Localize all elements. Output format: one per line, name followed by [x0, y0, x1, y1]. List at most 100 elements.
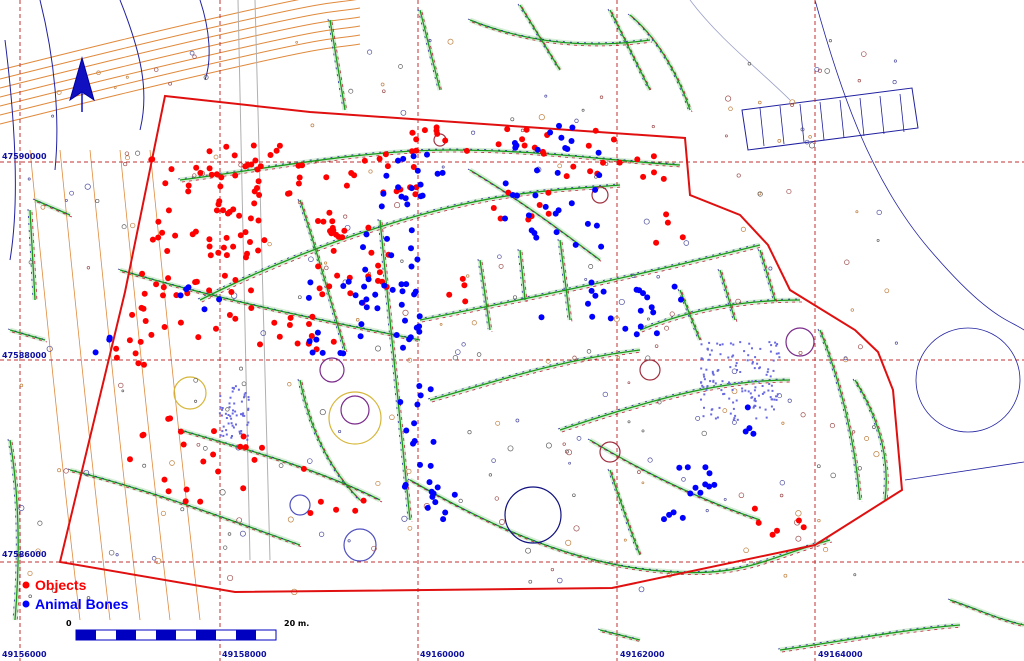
feature-cluster-mark	[702, 373, 705, 376]
animal-bone-point	[340, 283, 347, 289]
feature-cluster-mark	[769, 375, 772, 378]
object-point	[207, 252, 214, 259]
feature-cluster-mark	[220, 414, 223, 417]
site-map[interactable]: 47590000 47588000 47586000 49156000 4915…	[0, 0, 1024, 661]
feature-cluster-mark	[772, 359, 775, 362]
animal-bone-point	[424, 151, 430, 158]
object-point	[273, 147, 280, 154]
object-point	[490, 205, 497, 211]
object-point	[319, 291, 326, 298]
feature-cluster-mark	[732, 401, 735, 404]
feature-cluster-mark	[754, 400, 757, 403]
feature-cluster-mark	[751, 347, 753, 350]
object-point	[159, 229, 166, 236]
animal-bones-legend-label: Animal Bones	[35, 596, 129, 612]
object-point	[660, 175, 667, 182]
animal-bone-point	[509, 192, 516, 198]
object-point	[376, 155, 383, 162]
feature-cluster-mark	[228, 402, 231, 405]
animal-bone-point	[558, 134, 565, 141]
object-point	[504, 126, 511, 133]
object-point	[653, 239, 660, 246]
feature-cluster-mark	[767, 389, 770, 392]
animal-bone-point	[679, 514, 686, 521]
feature-cluster-mark	[759, 347, 762, 350]
object-point	[139, 432, 146, 439]
object-point	[218, 174, 225, 181]
object-point	[206, 165, 213, 172]
object-point	[255, 178, 262, 185]
animal-bone-point	[687, 490, 694, 497]
animal-bone-point	[401, 483, 408, 490]
feature-cluster-mark	[766, 370, 769, 373]
animal-bone-point	[637, 307, 644, 314]
object-point	[240, 433, 247, 440]
object-point	[306, 321, 312, 327]
object-point	[129, 311, 136, 318]
object-point	[213, 325, 219, 332]
object-point	[127, 456, 133, 463]
animal-bone-point	[399, 288, 406, 295]
object-point	[616, 159, 623, 166]
object-point	[242, 229, 249, 236]
object-point	[316, 285, 323, 292]
feature-cluster-mark	[775, 395, 778, 398]
animal-bone-point	[404, 201, 411, 208]
feature-cluster-mark	[723, 392, 726, 395]
feature-cluster-mark	[237, 388, 240, 391]
animal-bone-point	[588, 279, 595, 286]
animal-bone-point	[395, 157, 401, 164]
object-point	[360, 497, 367, 504]
animal-bone-point	[440, 516, 447, 523]
feature-cluster-mark	[709, 380, 712, 383]
animal-bone-point	[185, 284, 192, 291]
animal-bone-point	[414, 401, 421, 408]
animal-bone-point	[706, 470, 713, 477]
feature-cluster-mark	[225, 417, 228, 419]
animal-bone-point	[307, 279, 314, 286]
animal-bone-point	[434, 170, 441, 177]
object-point	[155, 234, 162, 241]
object-point	[317, 498, 324, 505]
object-point	[650, 153, 657, 160]
object-point	[295, 180, 302, 187]
feature-cluster-mark	[768, 341, 771, 344]
object-point	[211, 428, 217, 435]
animal-bone-point	[309, 349, 316, 356]
object-point	[461, 282, 468, 289]
object-point	[177, 319, 184, 326]
feature-cluster-mark	[246, 438, 249, 441]
object-point	[210, 451, 217, 458]
object-point	[200, 458, 207, 465]
animal-bone-point	[403, 427, 410, 434]
object-point	[329, 218, 336, 225]
animal-bone-point	[427, 386, 434, 393]
scale-segment	[236, 630, 256, 640]
feature-cluster-mark	[714, 382, 717, 385]
feature-cluster-mark	[735, 399, 738, 402]
object-point	[343, 182, 350, 189]
animal-bone-point	[381, 282, 388, 289]
feature-cluster-mark	[751, 380, 754, 383]
feature-cluster-mark	[741, 387, 744, 390]
object-point	[459, 275, 466, 282]
animal-bone-point	[413, 324, 420, 331]
feature-cluster-mark	[702, 386, 705, 389]
feature-cluster-mark	[721, 380, 724, 383]
feature-cluster-mark	[700, 367, 703, 370]
animal-bone-point	[633, 331, 640, 338]
object-point	[177, 428, 184, 435]
object-point	[462, 298, 469, 305]
feature-cluster-mark	[758, 380, 761, 383]
animal-bone-point	[352, 292, 359, 299]
feature-cluster-mark	[228, 406, 231, 409]
feature-cluster-mark	[736, 369, 738, 371]
animal-bone-point	[572, 241, 579, 248]
animal-bone-point	[378, 203, 385, 210]
object-point	[247, 215, 254, 222]
feature-cluster-mark	[705, 368, 708, 371]
animal-bone-point	[432, 499, 439, 506]
object-point	[251, 200, 258, 207]
animal-bone-point	[552, 210, 559, 217]
animal-bone-point	[361, 283, 368, 290]
